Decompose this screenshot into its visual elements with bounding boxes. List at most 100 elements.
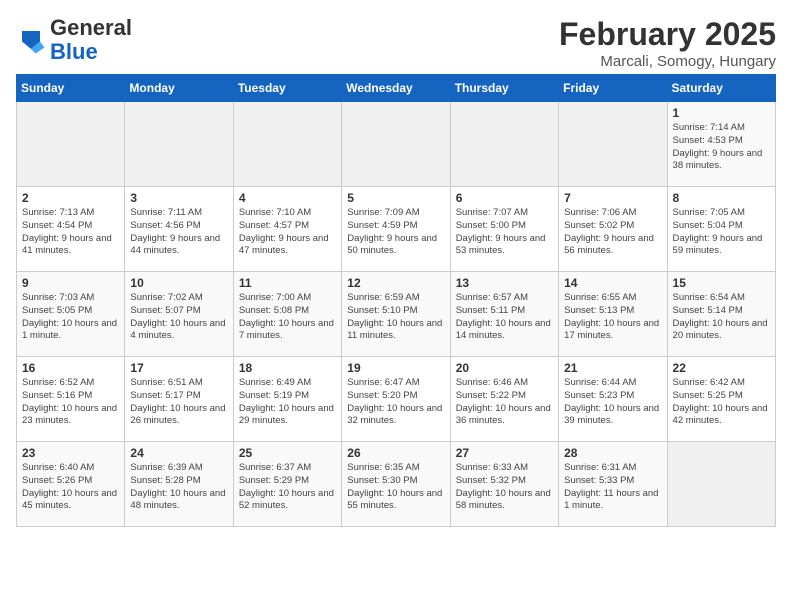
- day-cell: [450, 102, 558, 187]
- weekday-header-tuesday: Tuesday: [233, 75, 341, 102]
- day-info: Sunrise: 6:51 AM Sunset: 5:17 PM Dayligh…: [130, 377, 227, 428]
- day-number: 7: [564, 191, 661, 205]
- day-number: 10: [130, 276, 227, 290]
- day-cell: 19 Sunrise: 6:47 AM Sunset: 5:20 PM Dayli…: [342, 357, 450, 442]
- page-header: General Blue February 2025 Marcali, Somo…: [16, 16, 776, 70]
- day-number: 13: [456, 276, 553, 290]
- day-info: Sunrise: 6:40 AM Sunset: 5:26 PM Dayligh…: [22, 462, 119, 513]
- day-number: 8: [673, 191, 770, 205]
- week-row-5: 23 Sunrise: 6:40 AM Sunset: 5:26 PM Dayli…: [17, 442, 776, 527]
- day-number: 19: [347, 361, 444, 375]
- day-cell: 26 Sunrise: 6:35 AM Sunset: 5:30 PM Dayli…: [342, 442, 450, 527]
- day-info: Sunrise: 7:07 AM Sunset: 5:00 PM Dayligh…: [456, 207, 553, 258]
- day-cell: 27 Sunrise: 6:33 AM Sunset: 5:32 PM Dayli…: [450, 442, 558, 527]
- week-row-2: 2 Sunrise: 7:13 AM Sunset: 4:54 PM Daylig…: [17, 187, 776, 272]
- day-info: Sunrise: 6:47 AM Sunset: 5:20 PM Dayligh…: [347, 377, 444, 428]
- weekday-header-wednesday: Wednesday: [342, 75, 450, 102]
- day-number: 1: [673, 106, 770, 120]
- day-cell: 21 Sunrise: 6:44 AM Sunset: 5:23 PM Dayli…: [559, 357, 667, 442]
- day-number: 22: [673, 361, 770, 375]
- day-info: Sunrise: 6:42 AM Sunset: 5:25 PM Dayligh…: [673, 377, 770, 428]
- day-number: 17: [130, 361, 227, 375]
- day-cell: 7 Sunrise: 7:06 AM Sunset: 5:02 PM Daylig…: [559, 187, 667, 272]
- week-row-3: 9 Sunrise: 7:03 AM Sunset: 5:05 PM Daylig…: [17, 272, 776, 357]
- day-info: Sunrise: 6:59 AM Sunset: 5:10 PM Dayligh…: [347, 292, 444, 343]
- day-cell: 16 Sunrise: 6:52 AM Sunset: 5:16 PM Dayli…: [17, 357, 125, 442]
- day-number: 28: [564, 446, 661, 460]
- day-cell: [559, 102, 667, 187]
- day-info: Sunrise: 7:14 AM Sunset: 4:53 PM Dayligh…: [673, 122, 770, 173]
- day-number: 11: [239, 276, 336, 290]
- day-info: Sunrise: 7:02 AM Sunset: 5:07 PM Dayligh…: [130, 292, 227, 343]
- day-number: 16: [22, 361, 119, 375]
- week-row-4: 16 Sunrise: 6:52 AM Sunset: 5:16 PM Dayli…: [17, 357, 776, 442]
- day-info: Sunrise: 7:00 AM Sunset: 5:08 PM Dayligh…: [239, 292, 336, 343]
- day-number: 12: [347, 276, 444, 290]
- day-info: Sunrise: 6:44 AM Sunset: 5:23 PM Dayligh…: [564, 377, 661, 428]
- day-cell: [233, 102, 341, 187]
- calendar-title: February 2025: [559, 16, 776, 53]
- day-cell: [17, 102, 125, 187]
- day-cell: 3 Sunrise: 7:11 AM Sunset: 4:56 PM Daylig…: [125, 187, 233, 272]
- weekday-header-sunday: Sunday: [17, 75, 125, 102]
- day-info: Sunrise: 7:03 AM Sunset: 5:05 PM Dayligh…: [22, 292, 119, 343]
- logo-icon: [16, 25, 46, 55]
- day-number: 5: [347, 191, 444, 205]
- day-number: 6: [456, 191, 553, 205]
- day-number: 14: [564, 276, 661, 290]
- day-number: 21: [564, 361, 661, 375]
- logo-text: General Blue: [50, 16, 132, 64]
- day-cell: 15Sunrise: 6:54 AM Sunset: 5:14 PM Dayli…: [667, 272, 775, 357]
- day-cell: 20 Sunrise: 6:46 AM Sunset: 5:22 PM Dayli…: [450, 357, 558, 442]
- day-info: Sunrise: 7:09 AM Sunset: 4:59 PM Dayligh…: [347, 207, 444, 258]
- day-info: Sunrise: 6:31 AM Sunset: 5:33 PM Dayligh…: [564, 462, 661, 513]
- day-info: Sunrise: 6:52 AM Sunset: 5:16 PM Dayligh…: [22, 377, 119, 428]
- week-row-1: 1 Sunrise: 7:14 AM Sunset: 4:53 PM Daylig…: [17, 102, 776, 187]
- day-cell: [125, 102, 233, 187]
- day-cell: 28 Sunrise: 6:31 AM Sunset: 5:33 PM Dayli…: [559, 442, 667, 527]
- logo: General Blue: [16, 16, 132, 64]
- day-number: 25: [239, 446, 336, 460]
- day-number: 20: [456, 361, 553, 375]
- weekday-header-thursday: Thursday: [450, 75, 558, 102]
- day-info: Sunrise: 6:54 AM Sunset: 5:14 PM Dayligh…: [673, 292, 770, 343]
- day-info: Sunrise: 6:49 AM Sunset: 5:19 PM Dayligh…: [239, 377, 336, 428]
- calendar-subtitle: Marcali, Somogy, Hungary: [559, 53, 776, 70]
- day-cell: 4 Sunrise: 7:10 AM Sunset: 4:57 PM Daylig…: [233, 187, 341, 272]
- day-info: Sunrise: 6:39 AM Sunset: 5:28 PM Dayligh…: [130, 462, 227, 513]
- day-cell: 2 Sunrise: 7:13 AM Sunset: 4:54 PM Daylig…: [17, 187, 125, 272]
- day-cell: 12 Sunrise: 6:59 AM Sunset: 5:10 PM Dayli…: [342, 272, 450, 357]
- weekday-header-row: SundayMondayTuesdayWednesdayThursdayFrid…: [17, 75, 776, 102]
- day-number: 9: [22, 276, 119, 290]
- day-number: 4: [239, 191, 336, 205]
- calendar-table: SundayMondayTuesdayWednesdayThursdayFrid…: [16, 74, 776, 527]
- day-info: Sunrise: 6:46 AM Sunset: 5:22 PM Dayligh…: [456, 377, 553, 428]
- logo-general: General: [50, 15, 132, 40]
- day-number: 2: [22, 191, 119, 205]
- day-cell: 17 Sunrise: 6:51 AM Sunset: 5:17 PM Dayli…: [125, 357, 233, 442]
- day-number: 3: [130, 191, 227, 205]
- day-info: Sunrise: 7:13 AM Sunset: 4:54 PM Dayligh…: [22, 207, 119, 258]
- logo-blue: Blue: [50, 39, 98, 64]
- day-cell: 9 Sunrise: 7:03 AM Sunset: 5:05 PM Daylig…: [17, 272, 125, 357]
- weekday-header-saturday: Saturday: [667, 75, 775, 102]
- weekday-header-friday: Friday: [559, 75, 667, 102]
- day-info: Sunrise: 7:05 AM Sunset: 5:04 PM Dayligh…: [673, 207, 770, 258]
- day-cell: 10 Sunrise: 7:02 AM Sunset: 5:07 PM Dayli…: [125, 272, 233, 357]
- day-cell: 8 Sunrise: 7:05 AM Sunset: 5:04 PM Daylig…: [667, 187, 775, 272]
- day-info: Sunrise: 6:55 AM Sunset: 5:13 PM Dayligh…: [564, 292, 661, 343]
- day-number: 26: [347, 446, 444, 460]
- day-cell: [667, 442, 775, 527]
- day-cell: 24Sunrise: 6:39 AM Sunset: 5:28 PM Dayli…: [125, 442, 233, 527]
- day-info: Sunrise: 6:35 AM Sunset: 5:30 PM Dayligh…: [347, 462, 444, 513]
- day-cell: [342, 102, 450, 187]
- day-info: Sunrise: 7:11 AM Sunset: 4:56 PM Dayligh…: [130, 207, 227, 258]
- day-cell: 22 Sunrise: 6:42 AM Sunset: 5:25 PM Dayli…: [667, 357, 775, 442]
- day-number: 27: [456, 446, 553, 460]
- day-info: Sunrise: 7:10 AM Sunset: 4:57 PM Dayligh…: [239, 207, 336, 258]
- day-number: 23: [22, 446, 119, 460]
- day-info: Sunrise: 7:06 AM Sunset: 5:02 PM Dayligh…: [564, 207, 661, 258]
- day-info: Sunrise: 6:37 AM Sunset: 5:29 PM Dayligh…: [239, 462, 336, 513]
- day-cell: 18Sunrise: 6:49 AM Sunset: 5:19 PM Dayli…: [233, 357, 341, 442]
- day-info: Sunrise: 6:33 AM Sunset: 5:32 PM Dayligh…: [456, 462, 553, 513]
